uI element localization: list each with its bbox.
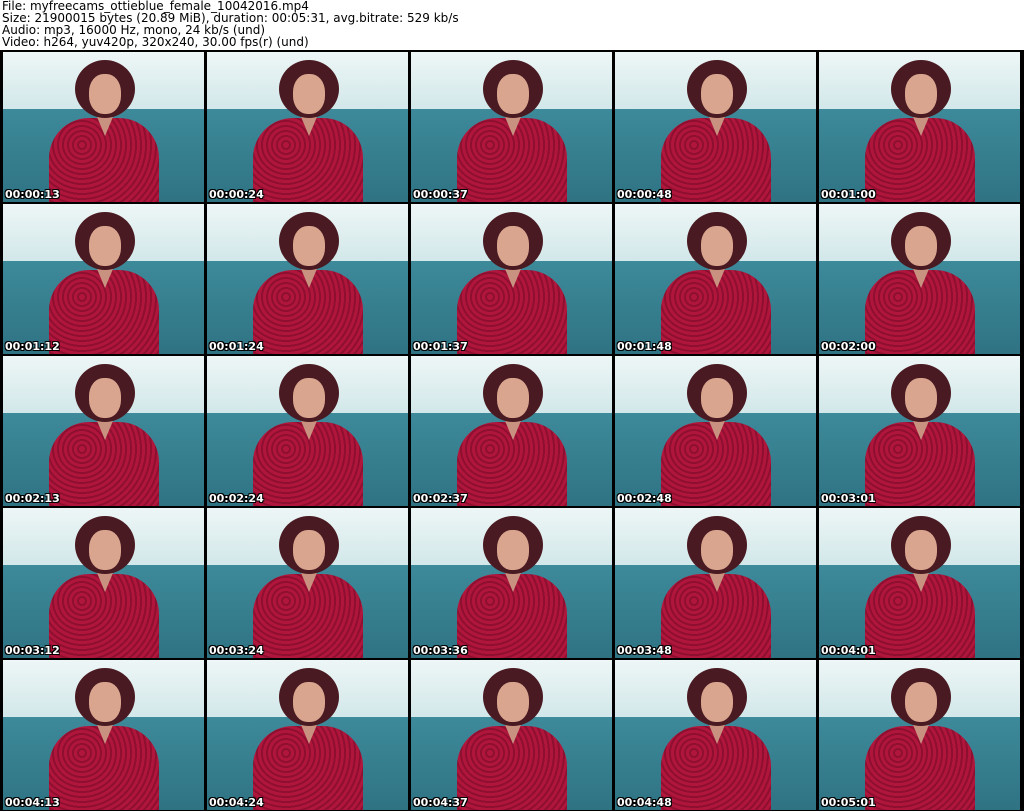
person-face [497, 74, 529, 114]
video-info: Video: h264, yuv420p, 320x240, 30.00 fps… [2, 35, 309, 49]
video-thumbnail: 00:03:01 [819, 356, 1020, 506]
timestamp: 00:04:48 [617, 796, 672, 809]
video-thumbnail: 00:00:37 [411, 52, 612, 202]
video-thumbnail: 00:03:24 [207, 508, 408, 658]
person-face [905, 74, 937, 114]
person-face [293, 378, 325, 418]
timestamp: 00:02:37 [413, 492, 468, 505]
thumbnail-grid: 00:00:13 00:00:24 00:00:37 00:00:48 00:01:00… [0, 50, 1024, 811]
timestamp: 00:01:12 [5, 340, 60, 353]
timestamp: 00:00:48 [617, 188, 672, 201]
video-thumbnail: 00:04:01 [819, 508, 1020, 658]
video-thumbnail: 00:01:12 [3, 204, 204, 354]
person-face [89, 74, 121, 114]
person-face [701, 226, 733, 266]
video-thumbnail: 00:01:37 [411, 204, 612, 354]
video-thumbnail: 00:00:24 [207, 52, 408, 202]
file-info-header: File: myfreecams_ottieblue_female_100420… [2, 0, 459, 48]
video-thumbnail: 00:05:01 [819, 660, 1020, 810]
video-thumbnail: 00:04:37 [411, 660, 612, 810]
timestamp: 00:01:00 [821, 188, 876, 201]
timestamp: 00:00:37 [413, 188, 468, 201]
person-face [497, 226, 529, 266]
timestamp: 00:05:01 [821, 796, 876, 809]
video-thumbnail: 00:02:00 [819, 204, 1020, 354]
video-thumbnail: 00:02:24 [207, 356, 408, 506]
video-thumbnail: 00:03:12 [3, 508, 204, 658]
person-face [293, 226, 325, 266]
video-thumbnail: 00:00:13 [3, 52, 204, 202]
person-face [701, 74, 733, 114]
timestamp: 00:00:24 [209, 188, 264, 201]
video-thumbnail: 00:03:36 [411, 508, 612, 658]
person-face [293, 530, 325, 570]
person-face [293, 74, 325, 114]
timestamp: 00:01:37 [413, 340, 468, 353]
timestamp: 00:03:24 [209, 644, 264, 657]
person-face [293, 682, 325, 722]
video-thumbnail: 00:02:48 [615, 356, 816, 506]
person-face [89, 226, 121, 266]
person-face [905, 682, 937, 722]
person-face [89, 682, 121, 722]
timestamp: 00:00:13 [5, 188, 60, 201]
person-face [701, 378, 733, 418]
person-face [701, 530, 733, 570]
video-thumbnail: 00:02:37 [411, 356, 612, 506]
person-face [701, 682, 733, 722]
video-thumbnail: 00:04:48 [615, 660, 816, 810]
person-face [905, 378, 937, 418]
video-thumbnail: 00:01:24 [207, 204, 408, 354]
video-thumbnail: 00:03:48 [615, 508, 816, 658]
person-face [905, 226, 937, 266]
timestamp: 00:03:12 [5, 644, 60, 657]
person-face [497, 378, 529, 418]
timestamp: 00:04:01 [821, 644, 876, 657]
timestamp: 00:02:24 [209, 492, 264, 505]
person-face [89, 378, 121, 418]
timestamp: 00:03:48 [617, 644, 672, 657]
person-face [497, 682, 529, 722]
video-thumbnail: 00:04:13 [3, 660, 204, 810]
video-thumbnail: 00:01:48 [615, 204, 816, 354]
video-thumbnail: 00:01:00 [819, 52, 1020, 202]
timestamp: 00:04:24 [209, 796, 264, 809]
timestamp: 00:02:00 [821, 340, 876, 353]
video-thumbnail: 00:04:24 [207, 660, 408, 810]
video-thumbnail: 00:00:48 [615, 52, 816, 202]
timestamp: 00:01:24 [209, 340, 264, 353]
timestamp: 00:03:36 [413, 644, 468, 657]
person-face [89, 530, 121, 570]
timestamp: 00:01:48 [617, 340, 672, 353]
timestamp: 00:02:48 [617, 492, 672, 505]
timestamp: 00:03:01 [821, 492, 876, 505]
timestamp: 00:02:13 [5, 492, 60, 505]
timestamp: 00:04:37 [413, 796, 468, 809]
person-face [497, 530, 529, 570]
timestamp: 00:04:13 [5, 796, 60, 809]
person-face [905, 530, 937, 570]
video-thumbnail: 00:02:13 [3, 356, 204, 506]
